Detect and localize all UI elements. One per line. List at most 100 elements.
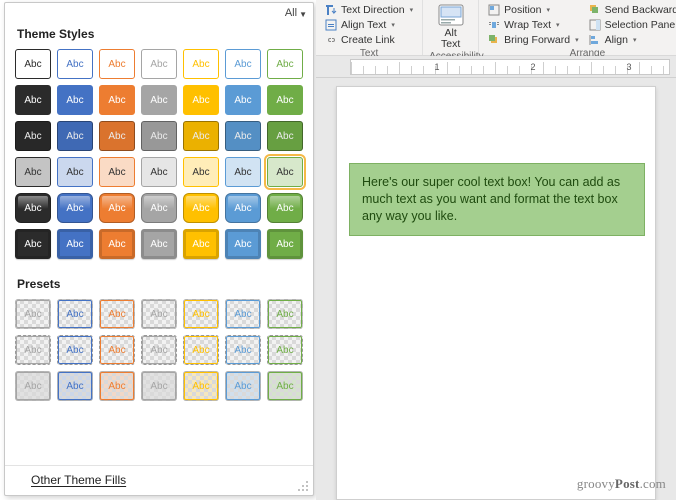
bring-forward-icon — [488, 34, 500, 46]
send-backward-icon — [589, 4, 601, 16]
preset-swatch[interactable]: Abc — [141, 371, 177, 401]
theme-style-swatch[interactable]: Abc — [57, 121, 93, 151]
theme-style-swatch[interactable]: Abc — [267, 229, 303, 259]
theme-style-swatch[interactable]: Abc — [57, 193, 93, 223]
align-text-button[interactable]: Align Text▾ — [322, 17, 416, 32]
preset-swatch[interactable]: Abc — [183, 371, 219, 401]
theme-style-swatch[interactable]: Abc — [99, 85, 135, 115]
ruler-area: 123 — [316, 56, 676, 78]
preset-swatch[interactable]: Abc — [225, 299, 261, 329]
presets-grid: AbcAbcAbcAbcAbcAbcAbcAbcAbcAbcAbcAbcAbcA… — [5, 297, 313, 411]
create-link-button[interactable]: Create Link — [322, 32, 416, 47]
preset-swatch[interactable]: Abc — [183, 335, 219, 365]
align-text-icon — [325, 19, 337, 31]
alt-text-icon — [438, 4, 464, 26]
theme-style-swatch[interactable]: Abc — [183, 121, 219, 151]
preset-swatch[interactable]: Abc — [99, 371, 135, 401]
preset-swatch[interactable]: Abc — [99, 299, 135, 329]
theme-style-swatch[interactable]: Abc — [183, 157, 219, 187]
theme-style-swatch[interactable]: Abc — [141, 193, 177, 223]
position-icon — [488, 4, 500, 16]
theme-style-swatch[interactable]: Abc — [225, 229, 261, 259]
shape-styles-gallery: All ▼ Theme Styles AbcAbcAbcAbcAbcAbcAbc… — [4, 2, 314, 496]
theme-style-swatch[interactable]: Abc — [267, 193, 303, 223]
theme-style-swatch[interactable]: Abc — [225, 121, 261, 151]
selection-pane-icon — [589, 19, 601, 31]
theme-style-swatch[interactable]: Abc — [99, 229, 135, 259]
link-icon — [325, 34, 337, 46]
theme-style-swatch[interactable]: Abc — [99, 121, 135, 151]
theme-style-swatch[interactable]: Abc — [225, 49, 261, 79]
theme-style-swatch[interactable]: Abc — [183, 229, 219, 259]
theme-style-swatch[interactable]: Abc — [267, 85, 303, 115]
preset-swatch[interactable]: Abc — [267, 371, 303, 401]
document-area: Here's our super cool text box! You can … — [316, 78, 676, 500]
theme-style-swatch[interactable]: Abc — [141, 85, 177, 115]
selection-pane-button[interactable]: Selection Pane — [586, 17, 676, 32]
resize-grip-icon[interactable] — [297, 480, 309, 492]
theme-style-swatch[interactable]: Abc — [183, 193, 219, 223]
preset-swatch[interactable]: Abc — [267, 335, 303, 365]
theme-style-swatch[interactable]: Abc — [15, 49, 51, 79]
theme-styles-heading: Theme Styles — [5, 19, 313, 47]
wrap-text-icon — [488, 19, 500, 31]
preset-swatch[interactable]: Abc — [15, 299, 51, 329]
theme-style-swatch[interactable]: Abc — [225, 193, 261, 223]
preset-swatch[interactable]: Abc — [267, 299, 303, 329]
theme-style-swatch[interactable]: Abc — [183, 49, 219, 79]
theme-style-swatch[interactable]: Abc — [99, 157, 135, 187]
preset-swatch[interactable]: Abc — [141, 335, 177, 365]
theme-style-swatch[interactable]: Abc — [57, 85, 93, 115]
preset-swatch[interactable]: Abc — [15, 371, 51, 401]
theme-styles-grid: AbcAbcAbcAbcAbcAbcAbcAbcAbcAbcAbcAbcAbcA… — [5, 47, 313, 269]
document-page[interactable]: Here's our super cool text box! You can … — [336, 86, 656, 500]
theme-style-swatch[interactable]: Abc — [141, 157, 177, 187]
preset-swatch[interactable]: Abc — [225, 371, 261, 401]
preset-swatch[interactable]: Abc — [99, 335, 135, 365]
theme-style-swatch[interactable]: Abc — [15, 229, 51, 259]
theme-style-swatch[interactable]: Abc — [15, 85, 51, 115]
theme-style-swatch[interactable]: Abc — [225, 157, 261, 187]
preset-swatch[interactable]: Abc — [183, 299, 219, 329]
wrap-text-button[interactable]: Wrap Text▾ — [485, 17, 581, 32]
text-direction-icon — [325, 4, 337, 16]
preset-swatch[interactable]: Abc — [225, 335, 261, 365]
alt-text-button[interactable]: Alt Text — [429, 2, 472, 50]
theme-style-swatch[interactable]: Abc — [15, 193, 51, 223]
ribbon: Text Direction▾ Align Text▾ Create Link … — [316, 0, 676, 56]
theme-style-swatch[interactable]: Abc — [267, 121, 303, 151]
theme-style-swatch[interactable]: Abc — [141, 229, 177, 259]
preset-swatch[interactable]: Abc — [57, 371, 93, 401]
styles-filter-label: All — [285, 7, 297, 19]
ruler-number: 3 — [626, 62, 631, 72]
send-backward-button[interactable]: Send Backward▾ — [586, 2, 676, 17]
other-theme-fills-link[interactable]: Other Theme Fills — [5, 465, 313, 495]
preset-swatch[interactable]: Abc — [15, 335, 51, 365]
theme-style-swatch[interactable]: Abc — [15, 157, 51, 187]
theme-style-swatch[interactable]: Abc — [99, 49, 135, 79]
theme-style-swatch[interactable]: Abc — [141, 49, 177, 79]
theme-style-swatch[interactable]: Abc — [57, 157, 93, 187]
theme-style-swatch[interactable]: Abc — [183, 85, 219, 115]
bring-forward-button[interactable]: Bring Forward▾ — [485, 32, 581, 47]
preset-swatch[interactable]: Abc — [141, 299, 177, 329]
align-button[interactable]: Align▾ — [586, 32, 676, 47]
preset-swatch[interactable]: Abc — [57, 335, 93, 365]
styles-filter-all[interactable]: All ▼ — [285, 7, 307, 19]
theme-style-swatch[interactable]: Abc — [57, 229, 93, 259]
theme-style-swatch[interactable]: Abc — [267, 49, 303, 79]
theme-style-swatch[interactable]: Abc — [99, 193, 135, 223]
theme-style-swatch-selected[interactable]: Abc — [267, 157, 303, 187]
text-direction-button[interactable]: Text Direction▾ — [322, 2, 416, 17]
position-button[interactable]: Position▾ — [485, 2, 581, 17]
demo-text-box[interactable]: Here's our super cool text box! You can … — [349, 163, 645, 236]
theme-style-swatch[interactable]: Abc — [57, 49, 93, 79]
horizontal-ruler[interactable]: 123 — [350, 59, 670, 75]
theme-style-swatch[interactable]: Abc — [141, 121, 177, 151]
ruler-number: 1 — [434, 62, 439, 72]
align-icon — [589, 34, 601, 46]
preset-swatch[interactable]: Abc — [57, 299, 93, 329]
theme-style-swatch[interactable]: Abc — [15, 121, 51, 151]
watermark: groovyPost.com — [577, 476, 666, 492]
theme-style-swatch[interactable]: Abc — [225, 85, 261, 115]
